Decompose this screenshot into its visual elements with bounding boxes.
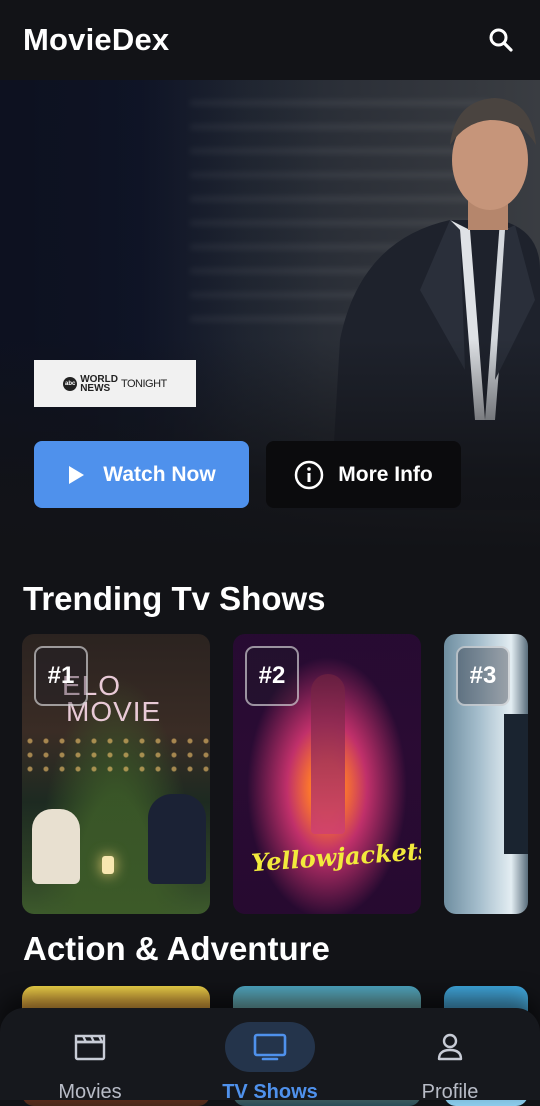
tv-icon: [253, 1033, 287, 1061]
search-icon: [489, 28, 513, 52]
poster-figure: [311, 674, 345, 834]
poster-title: Yellowjackets: [250, 835, 421, 878]
poster-art: [504, 714, 528, 854]
nav-icon-wrap: [45, 1022, 135, 1072]
top-app-bar: MovieDex: [0, 0, 540, 80]
nav-icon-wrap: [405, 1022, 495, 1072]
search-button[interactable]: [484, 23, 518, 57]
hero-banner[interactable]: abc WORLD NEWS TONIGHT Watch Now More In…: [0, 80, 540, 550]
watch-now-label: Watch Now: [103, 462, 216, 486]
logo-line-3: TONIGHT: [120, 377, 167, 390]
nav-label-movies: Movies: [58, 1081, 122, 1103]
rank-badge: #2: [245, 646, 299, 706]
rank-badge: #3: [456, 646, 510, 706]
bottom-navigation: Movies TV Shows Profile: [0, 1008, 540, 1103]
show-logo: abc WORLD NEWS TONIGHT: [34, 360, 196, 407]
show-card[interactable]: #3: [444, 634, 528, 914]
section-title-action: Action & Adventure: [23, 930, 330, 967]
app-title: MovieDex: [23, 22, 170, 57]
info-icon: [295, 460, 324, 489]
nav-label-profile: Profile: [421, 1081, 479, 1103]
poster-figure: [32, 809, 80, 884]
logo-line-2: NEWS: [80, 382, 111, 394]
poster-art: [22, 734, 210, 774]
show-card[interactable]: Yellowjackets #2: [233, 634, 421, 914]
trending-row[interactable]: ELO MOVIE #1 Yellowjackets #2 #3: [22, 634, 528, 914]
watch-now-button[interactable]: Watch Now: [34, 441, 249, 508]
nav-icon-wrap: [225, 1022, 315, 1072]
rank-badge: #1: [34, 646, 88, 706]
person-icon: [437, 1033, 463, 1061]
nav-tv-shows[interactable]: TV Shows: [180, 1008, 360, 1103]
more-info-button[interactable]: More Info: [266, 441, 461, 508]
poster-figure: [148, 794, 206, 884]
clapperboard-icon: [74, 1034, 106, 1061]
nav-movies[interactable]: Movies: [0, 1008, 180, 1103]
abc-logo-icon: abc: [63, 376, 78, 391]
show-card[interactable]: ELO MOVIE #1: [22, 634, 210, 914]
more-info-label: More Info: [338, 462, 433, 486]
play-icon: [69, 465, 85, 484]
poster-lamp: [102, 856, 114, 874]
nav-label-tv-shows: TV Shows: [222, 1081, 318, 1103]
nav-profile[interactable]: Profile: [360, 1008, 540, 1103]
section-title-trending: Trending Tv Shows: [23, 580, 326, 617]
